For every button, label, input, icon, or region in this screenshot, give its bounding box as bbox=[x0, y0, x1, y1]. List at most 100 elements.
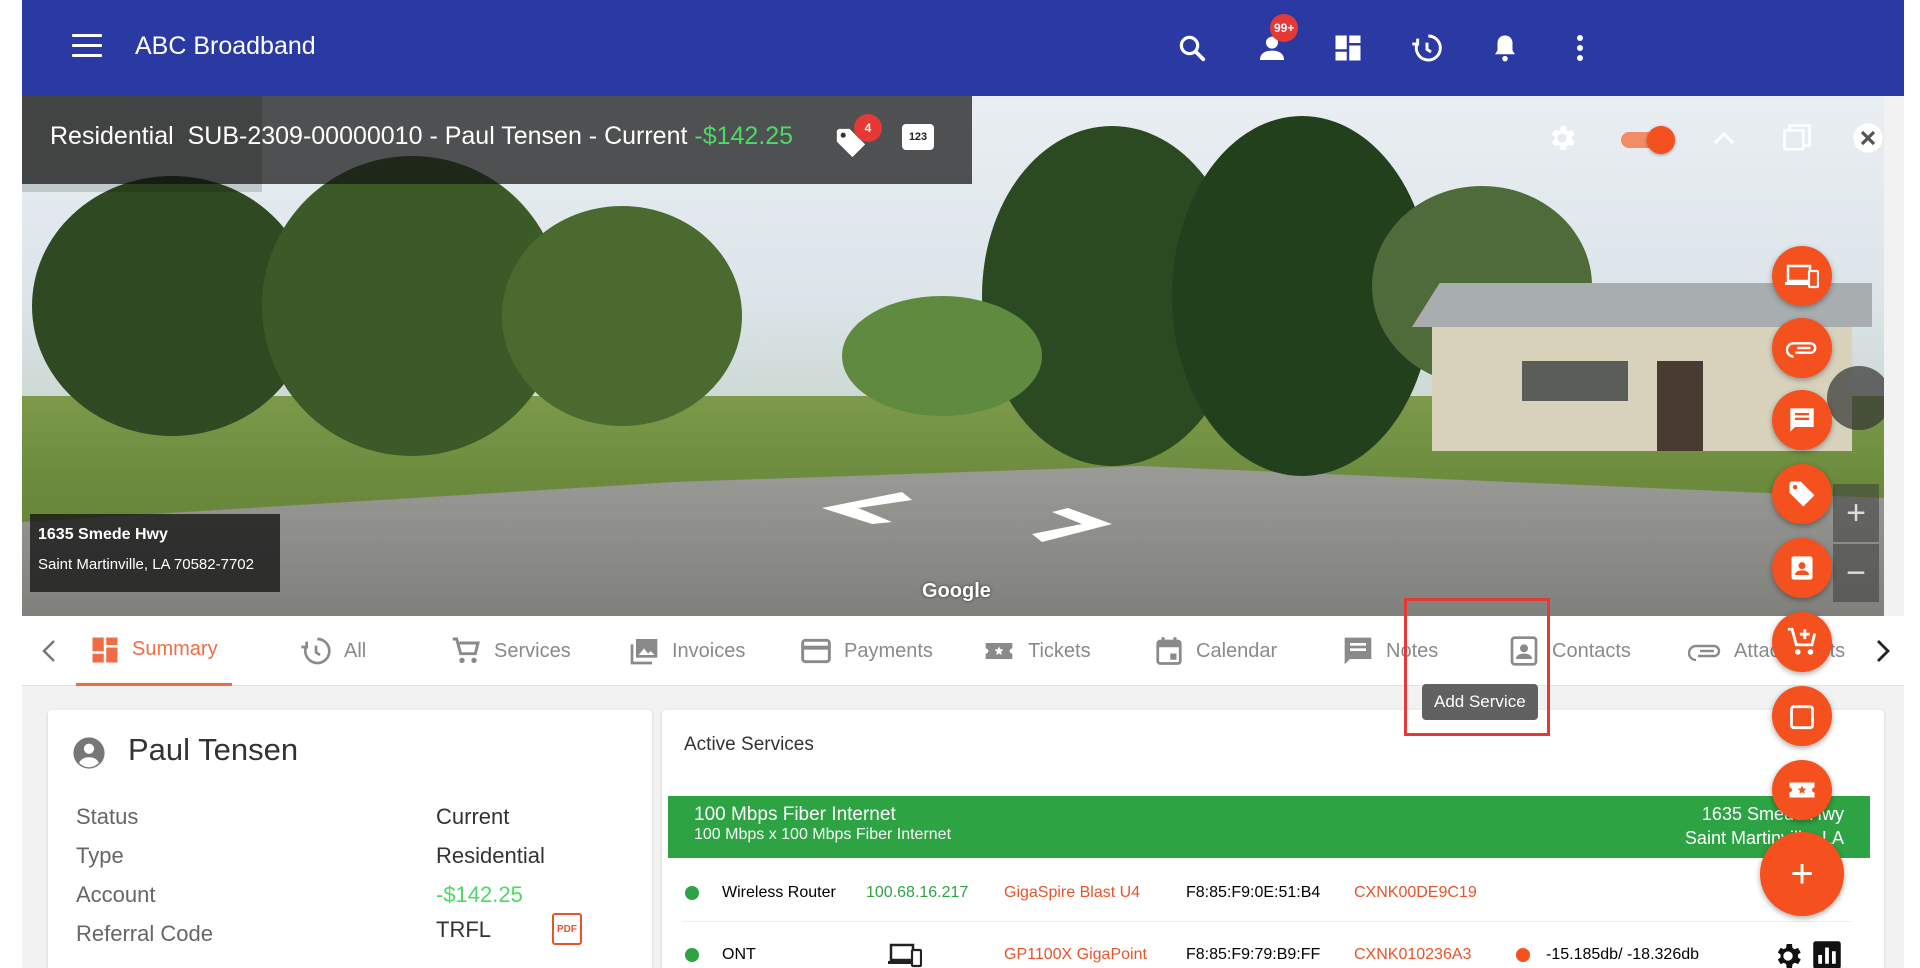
tree bbox=[502, 206, 742, 426]
street-view-forward-arrow-icon[interactable] bbox=[1002, 506, 1112, 542]
contact-icon bbox=[1791, 556, 1813, 580]
dashboard-icon bbox=[92, 637, 118, 662]
more-vert-icon[interactable] bbox=[1560, 28, 1600, 68]
window-restore-icon[interactable] bbox=[1777, 118, 1817, 158]
field-value: -$142.25 bbox=[436, 882, 523, 907]
device-model[interactable]: GigaSpire Blast U4 bbox=[1004, 884, 1140, 902]
status-dot bbox=[685, 948, 699, 962]
device-mac: F8:85:F9:79:B9:FF bbox=[1186, 946, 1321, 963]
device-mac: F8:85:F9:0E:51:B4 bbox=[1186, 884, 1321, 901]
device-serial[interactable]: CXNK010236A3 bbox=[1354, 946, 1471, 964]
numbers-icon[interactable]: 123 bbox=[902, 124, 934, 150]
hamburger-menu-icon[interactable] bbox=[72, 34, 102, 60]
devices-icon[interactable] bbox=[888, 942, 922, 968]
tab-all[interactable]: All bbox=[300, 616, 366, 686]
tab-tickets[interactable]: Tickets bbox=[982, 616, 1091, 686]
tab-bar: Summary All Services Invoices Payments T… bbox=[22, 616, 1904, 686]
service-header[interactable]: 100 Mbps Fiber Internet 100 Mbps x 100 M… bbox=[668, 796, 1870, 858]
settings-gear-icon[interactable] bbox=[1542, 118, 1582, 158]
device-name: Wireless Router bbox=[722, 884, 836, 901]
fab-add-service[interactable] bbox=[1772, 612, 1832, 672]
ticket-icon bbox=[985, 643, 1013, 659]
field-label: Account bbox=[76, 882, 156, 907]
tab-label: Summary bbox=[132, 638, 218, 660]
attachment-icon bbox=[1786, 342, 1817, 358]
field-value: Current bbox=[436, 804, 510, 829]
device-model[interactable]: GP1100X GigaPoint bbox=[1004, 946, 1147, 964]
tree bbox=[842, 296, 1042, 416]
fab-tag[interactable] bbox=[1772, 464, 1832, 524]
pdf-icon[interactable]: PDF bbox=[552, 913, 582, 945]
tab-scroll-left-icon[interactable] bbox=[38, 638, 62, 664]
fab-contact[interactable] bbox=[1772, 538, 1832, 598]
active-services-card: Active Services 100 Mbps Fiber Internet … bbox=[662, 710, 1884, 968]
device-name: ONT bbox=[722, 946, 756, 963]
close-icon[interactable] bbox=[1848, 118, 1884, 158]
search-icon[interactable] bbox=[1172, 28, 1212, 68]
tab-invoices[interactable]: Invoices bbox=[628, 616, 745, 686]
tag-icon[interactable]: 4 bbox=[834, 114, 882, 160]
address-line1: 1635 Smede Hwy bbox=[38, 526, 168, 543]
tab-payments[interactable]: Payments bbox=[800, 616, 933, 686]
toggle-knob bbox=[1647, 126, 1675, 154]
tag-icon bbox=[1789, 481, 1815, 507]
tab-calendar[interactable]: Calendar bbox=[1154, 616, 1277, 686]
note-icon bbox=[1344, 637, 1372, 665]
fab-main-add-button[interactable]: + bbox=[1760, 832, 1844, 916]
tab-label: Calendar bbox=[1196, 639, 1278, 662]
cart-icon bbox=[452, 637, 480, 663]
chevron-up-icon[interactable] bbox=[1704, 118, 1744, 158]
note-icon bbox=[1790, 408, 1814, 432]
signal-status-dot bbox=[1516, 948, 1530, 962]
field-label: Type bbox=[76, 843, 124, 868]
view-toggle[interactable] bbox=[1617, 126, 1675, 154]
device-ip[interactable]: 100.68.16.217 bbox=[866, 884, 968, 902]
tab-summary[interactable]: Summary bbox=[76, 616, 232, 686]
zoom-in-icon[interactable]: + bbox=[1833, 484, 1879, 542]
field-value: Residential bbox=[436, 843, 545, 868]
field-value: TRFL bbox=[436, 917, 491, 942]
tab-label: Invoices bbox=[672, 639, 746, 662]
google-watermark: Google bbox=[922, 580, 991, 602]
history-icon[interactable] bbox=[1407, 28, 1447, 68]
user-icon[interactable]: 99+ bbox=[1252, 14, 1299, 68]
account-balance: -$142.25 bbox=[694, 122, 794, 150]
profile-name: Paul Tensen bbox=[128, 732, 299, 767]
street-view-banner[interactable]: Google 1635 Smede Hwy Saint Martinville,… bbox=[22, 96, 1884, 616]
tab-scroll-right-icon[interactable] bbox=[1870, 638, 1894, 664]
bar-chart-icon[interactable] bbox=[1812, 940, 1842, 968]
image-icon bbox=[630, 639, 658, 665]
device-row[interactable]: Wireless Router 100.68.16.217 GigaSpire … bbox=[682, 860, 1852, 922]
bell-icon[interactable] bbox=[1485, 28, 1525, 68]
fab-note[interactable] bbox=[1772, 390, 1832, 450]
house-door bbox=[1657, 361, 1703, 451]
add-shopping-cart-icon bbox=[1787, 627, 1817, 655]
house-window bbox=[1522, 361, 1582, 401]
tab-label: Contacts bbox=[1552, 639, 1631, 662]
account-circle-icon bbox=[73, 737, 105, 769]
fab-attachment[interactable] bbox=[1772, 318, 1832, 378]
device-row[interactable]: ONT GP1100X GigaPoint F8:85:F9:79:B9:FF … bbox=[682, 922, 1852, 968]
account-type: Residential bbox=[50, 122, 174, 150]
gear-icon[interactable] bbox=[1772, 940, 1804, 968]
tab-services[interactable]: Services bbox=[450, 616, 571, 686]
service-name: 100 Mbps Fiber Internet bbox=[694, 804, 896, 825]
fab-devices[interactable] bbox=[1772, 246, 1832, 306]
profile-card: Paul Tensen Status Current Type Resident… bbox=[48, 710, 652, 968]
tab-label: Tickets bbox=[1028, 639, 1091, 662]
dashboard-icon[interactable] bbox=[1328, 28, 1368, 68]
compass-icon[interactable] bbox=[1827, 366, 1884, 430]
active-services-title: Active Services bbox=[684, 734, 814, 755]
fab-calendar[interactable] bbox=[1772, 686, 1832, 746]
street-view-back-arrow-icon[interactable] bbox=[822, 488, 932, 524]
subscriber-line: SUB-2309-00000010 - Paul Tensen - Curren… bbox=[187, 122, 688, 150]
card-icon bbox=[801, 638, 831, 664]
app-bar: ABC Broadband 99+ bbox=[22, 0, 1904, 96]
device-serial[interactable]: CXNK00DE9C19 bbox=[1354, 884, 1477, 902]
field-label: Status bbox=[76, 804, 139, 829]
highlight-box bbox=[1404, 598, 1550, 736]
fab-ticket[interactable] bbox=[1772, 760, 1832, 820]
address-overlay: 1635 Smede Hwy Saint Martinville, LA 705… bbox=[30, 514, 280, 592]
zoom-out-icon[interactable]: − bbox=[1833, 544, 1879, 602]
user-notification-badge: 99+ bbox=[1270, 14, 1299, 42]
